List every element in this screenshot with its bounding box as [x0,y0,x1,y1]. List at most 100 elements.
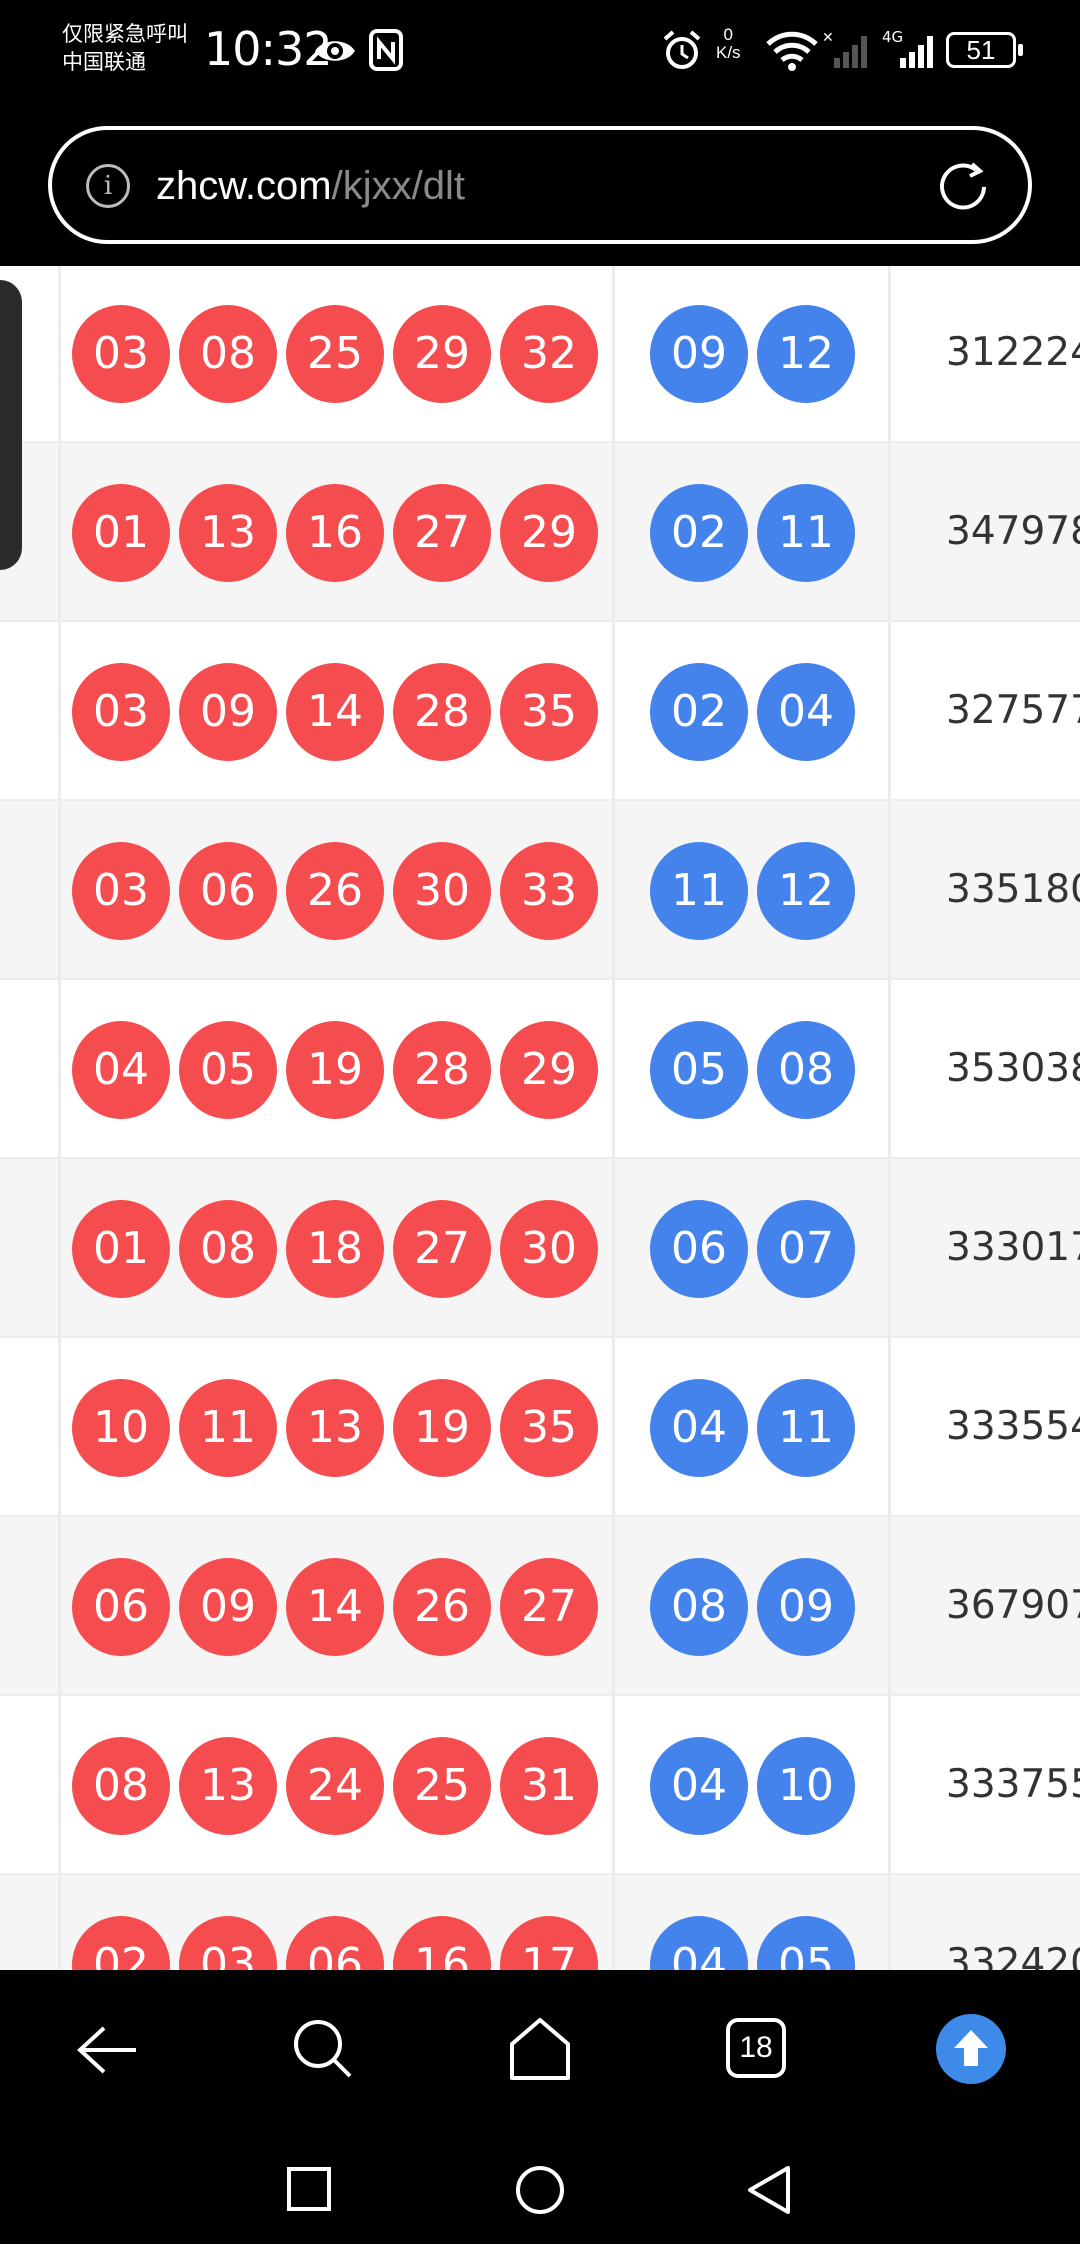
sales-amount: 332420 [946,1940,1080,1971]
front-ball: 06 [179,841,277,940]
recent-apps-icon[interactable] [286,2166,332,2212]
front-ball: 03 [72,841,170,940]
front-ball: 03 [179,1915,277,1970]
front-ball: 28 [393,662,491,761]
search-icon[interactable] [290,2016,356,2082]
sales-amount: 333554 [946,1403,1080,1449]
home-icon[interactable] [506,2014,574,2084]
front-ball: 08 [179,1199,277,1298]
carrier-info: 仅限紧急呼叫 中国联通 [62,20,188,76]
net-speed: 0 K/s [716,26,741,62]
front-ball: 09 [179,1557,277,1656]
nfc-icon [369,29,403,71]
front-ball: 33 [500,841,598,940]
front-ball: 27 [393,1199,491,1298]
carrier-line-name: 中国联通 [62,50,146,74]
table-row[interactable]: 06091426270809367907 [0,1517,1080,1696]
front-ball: 27 [393,483,491,582]
front-ball: 10 [72,1378,170,1477]
reload-icon[interactable] [932,156,994,218]
front-ball: 08 [72,1736,170,1835]
front-ball: 25 [286,304,384,403]
battery-indicator: 51 [946,32,1023,68]
table-row[interactable]: 0113162729 0211 347978 [0,443,1080,622]
back-ball: 08 [650,1557,748,1656]
browser-bottom-nav: 18 [0,1970,1080,2140]
upload-arrow-icon [954,2030,988,2066]
front-ball: 29 [500,483,598,582]
table-row[interactable]: 0813242531 0410 333755 [0,1696,1080,1875]
front-ball: 17 [500,1915,598,1970]
front-ball: 30 [500,1199,598,1298]
url-bar[interactable]: zhcw.com/kjxx/dlt [48,126,1032,244]
front-ball: 06 [72,1557,170,1656]
upload-icon[interactable] [936,2014,1006,2084]
signal-4g-icon: 4G [882,28,933,68]
url-text[interactable]: zhcw.com/kjxx/dlt [156,164,465,209]
page-content[interactable]: 0308252932091231222401131627290211347978… [0,266,1080,1970]
front-ball: 08 [179,304,277,403]
back-ball: 04 [650,1915,748,1970]
sales-amount: 347978 [946,508,1080,554]
floating-side-tab[interactable] [0,280,22,570]
front-ball: 25 [393,1736,491,1835]
front-ball: 29 [393,304,491,403]
front-ball: 03 [72,662,170,761]
front-ball: 26 [286,841,384,940]
front-ball: 29 [500,1020,598,1119]
front-ball: 35 [500,662,598,761]
svg-text:✕: ✕ [822,30,834,46]
back-ball: 04 [757,662,855,761]
front-ball: 26 [393,1557,491,1656]
back-ball: 04 [650,1736,748,1835]
column-divider [888,266,891,1970]
front-ball: 13 [286,1378,384,1477]
table-row[interactable]: 0203061617 0405 332420 [0,1875,1080,1970]
sales-amount: 367907 [946,1582,1080,1628]
front-ball: 04 [72,1020,170,1119]
status-bar: 仅限紧急呼叫 中国联通 10:32 0 K/s ✕ 4G 51 [0,0,1080,110]
back-ball: 12 [757,841,855,940]
back-ball: 08 [757,1020,855,1119]
back-ball: 02 [650,662,748,761]
front-ball: 24 [286,1736,384,1835]
front-ball: 01 [72,1199,170,1298]
front-ball: 11 [179,1378,277,1477]
sales-amount: 312224 [946,329,1080,375]
table-row[interactable]: 0309142835 0204 327577 [0,622,1080,801]
back-ball: 02 [650,483,748,582]
front-ball: 06 [286,1915,384,1970]
url-path: /kjxx/dlt [331,164,465,208]
back-ball: 05 [650,1020,748,1119]
back-triangle-icon[interactable] [744,2164,794,2216]
home-circle-icon[interactable] [514,2164,566,2216]
eye-icon [315,41,355,61]
front-ball: 05 [179,1020,277,1119]
table-row[interactable]: 0306263033 1112 335180 [0,801,1080,980]
front-ball: 27 [500,1557,598,1656]
back-ball: 05 [757,1915,855,1970]
table-row[interactable]: 04051928290508353038 [0,980,1080,1159]
front-ball: 14 [286,662,384,761]
info-icon[interactable] [86,164,130,208]
front-ball: 19 [393,1378,491,1477]
carrier-line-emergency: 仅限紧急呼叫 [62,22,188,46]
back-ball: 07 [757,1199,855,1298]
net-speed-unit: K/s [716,43,741,62]
sales-amount: 327577 [946,687,1080,733]
tabs-icon[interactable]: 18 [726,2018,786,2078]
front-ball: 32 [500,304,598,403]
front-ball: 01 [72,483,170,582]
back-ball: 09 [650,304,748,403]
front-ball: 28 [393,1020,491,1119]
front-ball: 02 [72,1915,170,1970]
sales-amount: 333755 [946,1761,1080,1807]
network-type: 4G [882,28,903,46]
table-row[interactable]: 0108182730 0607 333017 [0,1159,1080,1338]
front-ball: 09 [179,662,277,761]
table-row[interactable]: 0308252932 0912 312224 [0,266,1080,443]
back-arrow-icon[interactable] [74,2020,140,2080]
table-row[interactable]: 10111319350411333554 [0,1338,1080,1517]
back-ball: 06 [650,1199,748,1298]
front-ball: 13 [179,483,277,582]
